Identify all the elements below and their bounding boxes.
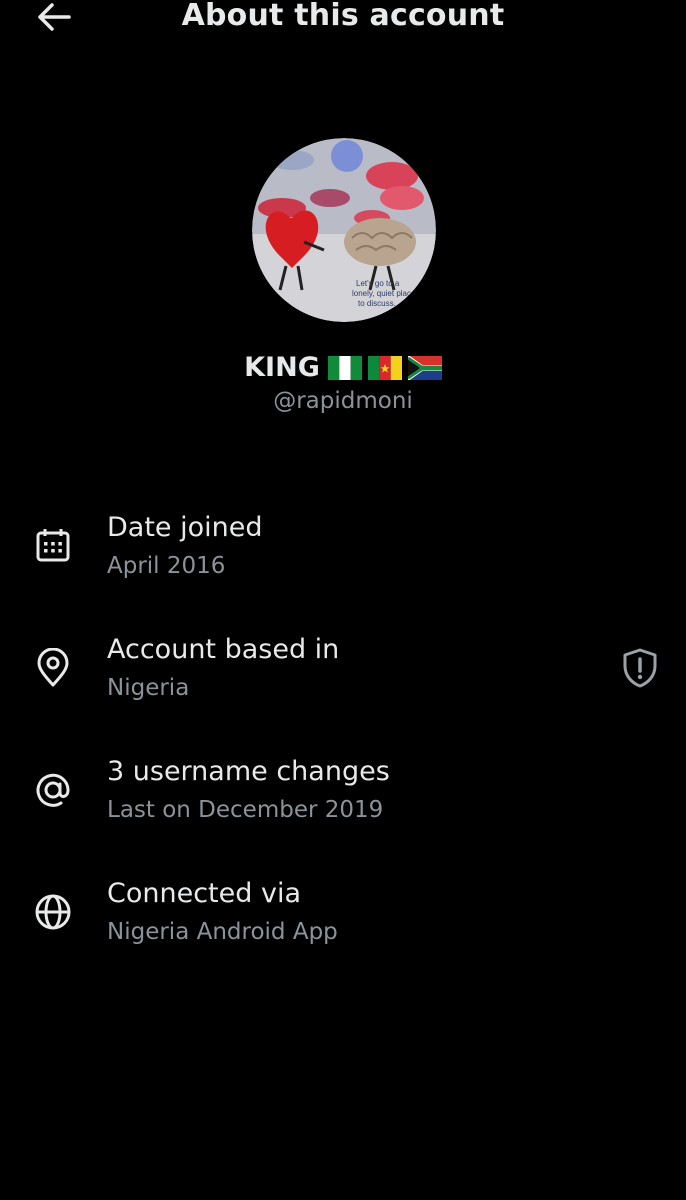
- svg-text:lonely, quiet place: lonely, quiet place: [352, 289, 416, 298]
- page-title: About this account: [181, 0, 505, 33]
- row-title: Connected via: [107, 878, 301, 909]
- avatar-image: Let's go to a lonely, quiet place to dis…: [252, 138, 436, 322]
- row-title: Account based in: [107, 634, 340, 665]
- username-changes-row: 3 username changes Last on December 2019: [0, 750, 686, 850]
- nigeria-flag-icon: [327, 355, 362, 380]
- shield-exclamation-icon: [623, 648, 657, 688]
- connected-via-row: Connected via Nigeria Android App: [0, 872, 686, 972]
- cameroon-flag-icon: [367, 355, 402, 380]
- header: About this account: [0, 0, 686, 40]
- svg-text:to discuss.: to discuss.: [358, 299, 396, 308]
- display-name: KING: [244, 352, 320, 383]
- date-joined-row: Date joined April 2016: [0, 506, 686, 606]
- row-title: 3 username changes: [107, 756, 390, 787]
- location-pin-icon: [30, 645, 76, 691]
- globe-icon: [30, 889, 76, 935]
- avatar[interactable]: Let's go to a lonely, quiet place to dis…: [252, 138, 436, 322]
- row-subtitle: Nigeria Android App: [107, 919, 338, 945]
- svg-text:Let's go to a: Let's go to a: [356, 279, 400, 288]
- calendar-icon: [30, 523, 76, 569]
- row-subtitle: Last on December 2019: [107, 797, 384, 823]
- shield-info-button[interactable]: [616, 644, 664, 692]
- row-title: Date joined: [107, 512, 263, 543]
- row-subtitle: Nigeria: [107, 675, 190, 701]
- at-sign-icon: [30, 767, 76, 813]
- about-account-screen: About this account Let's go to a lonely,…: [0, 0, 686, 1200]
- south-africa-flag-icon: [407, 355, 442, 380]
- flags: [327, 355, 442, 380]
- display-name-row: KING: [0, 352, 686, 383]
- username-handle: @rapidmoni: [273, 388, 413, 414]
- row-subtitle: April 2016: [107, 553, 226, 579]
- account-based-in-row: Account based in Nigeria: [0, 628, 686, 728]
